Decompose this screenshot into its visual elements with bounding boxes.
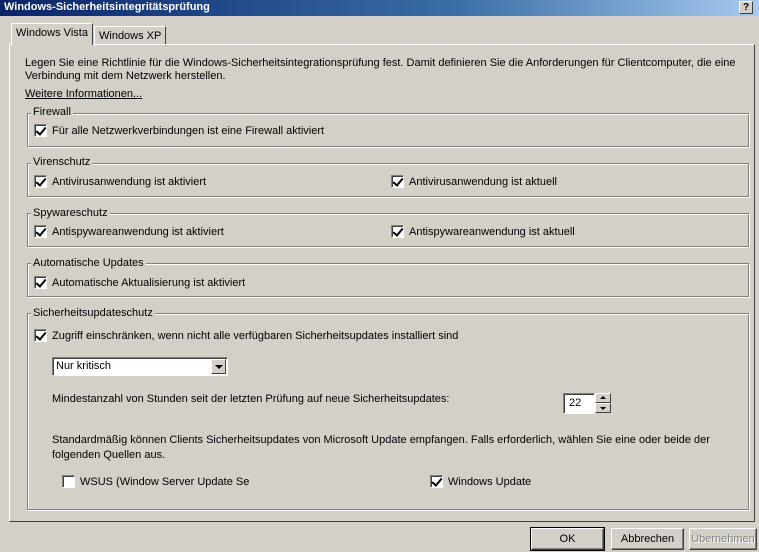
restrict-access-label: Zugriff einschränken, wenn nicht alle ve… xyxy=(52,330,459,342)
help-button[interactable]: ? xyxy=(739,1,753,14)
antivirus-enabled-checkbox[interactable] xyxy=(34,175,47,188)
intro-text-line1: Legen Sie eine Richtlinie für die Window… xyxy=(25,57,736,69)
security-updates-legend: Sicherheitsupdateschutz xyxy=(31,307,155,319)
firewall-legend: Firewall xyxy=(31,106,73,118)
spin-down-icon[interactable] xyxy=(595,403,611,413)
wsus-label: WSUS (Window Server Update Se xyxy=(80,476,250,488)
antivirus-uptodate-checkbox[interactable] xyxy=(391,175,404,188)
more-info-link[interactable]: Weitere Informationen... xyxy=(25,88,142,100)
antivirus-enabled-label: Antivirusanwendung ist aktiviert xyxy=(52,176,207,188)
sources-text-line2: folgenden Quellen aus. xyxy=(52,449,166,461)
sources-text-line1: Standardmäßig können Clients Sicherheits… xyxy=(52,434,710,446)
severity-dropdown[interactable]: Nur kritisch xyxy=(52,357,228,376)
tab-windows-xp[interactable]: Windows XP xyxy=(94,26,167,46)
firewall-checkbox-label: Für alle Netzwerkverbindungen ist eine F… xyxy=(52,125,325,137)
cancel-button[interactable]: Abbrechen xyxy=(611,528,684,550)
wsus-checkbox[interactable] xyxy=(62,475,75,488)
windows-update-checkbox[interactable] xyxy=(430,475,443,488)
auto-updates-checkbox[interactable] xyxy=(34,276,47,289)
windows-update-label: Windows Update xyxy=(448,476,532,488)
min-hours-input[interactable]: 22 xyxy=(563,393,595,414)
min-hours-value: 22 xyxy=(569,397,582,409)
firewall-checkbox[interactable] xyxy=(34,124,47,137)
ok-button[interactable]: OK xyxy=(530,527,605,551)
antispyware-enabled-label: Antispywareanwendung ist aktiviert xyxy=(52,226,224,238)
spin-up-icon[interactable] xyxy=(595,393,611,403)
dropdown-arrow-icon[interactable] xyxy=(211,359,226,374)
antispyware-uptodate-checkbox[interactable] xyxy=(391,225,404,238)
title-bar: Windows-Sicherheitsintegritätsprüfung ? xyxy=(0,0,759,16)
tab-windows-vista[interactable]: Windows Vista xyxy=(11,23,93,45)
intro-text-line2: Verbindung mit dem Netzwerk herstellen. xyxy=(25,70,226,82)
antispyware-enabled-checkbox[interactable] xyxy=(34,225,47,238)
apply-button[interactable]: Übernehmen xyxy=(689,528,757,550)
antispyware-legend: Spywareschutz xyxy=(31,207,110,219)
antispyware-uptodate-label: Antispywareanwendung ist aktuell xyxy=(409,226,575,238)
antivirus-legend: Virenschutz xyxy=(31,156,93,168)
restrict-access-checkbox[interactable] xyxy=(34,329,47,342)
severity-selected-value: Nur kritisch xyxy=(56,360,112,372)
window-title: Windows-Sicherheitsintegritätsprüfung xyxy=(4,1,210,13)
auto-updates-legend: Automatische Updates xyxy=(31,257,146,269)
auto-updates-label: Automatische Aktualisierung ist aktivier… xyxy=(52,277,246,289)
antivirus-uptodate-label: Antivirusanwendung ist aktuell xyxy=(409,176,557,188)
min-hours-label: Mindestanzahl von Stunden seit der letzt… xyxy=(52,393,450,405)
